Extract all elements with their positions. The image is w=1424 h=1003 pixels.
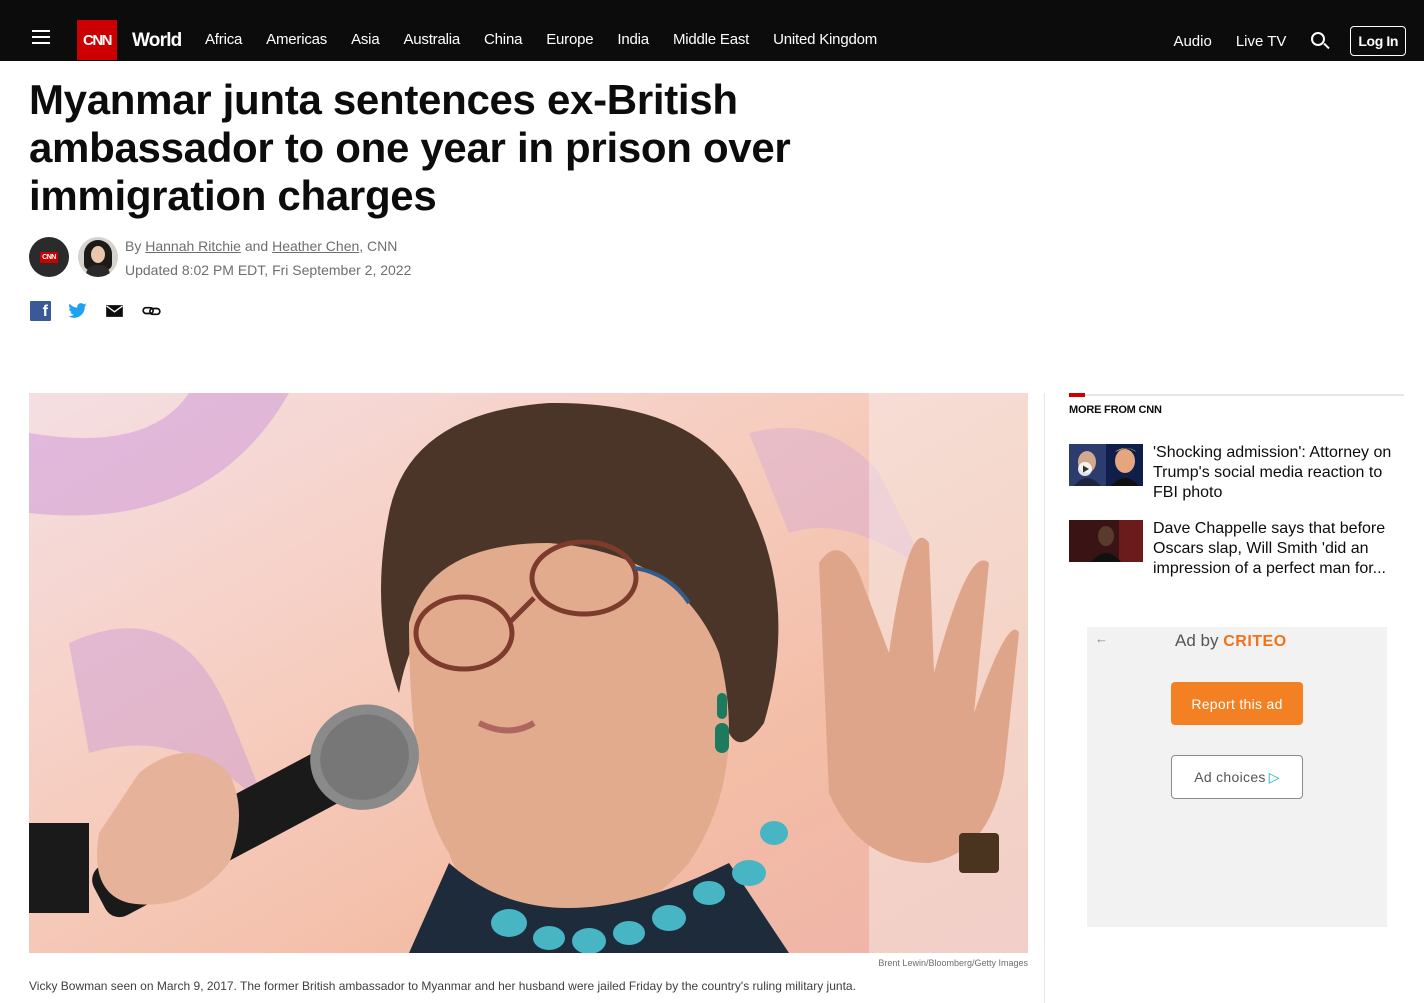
facebook-glyph: f <box>42 303 48 320</box>
search-icon[interactable] <box>1310 31 1331 51</box>
report-ad-button[interactable]: Report this ad <box>1171 682 1303 725</box>
menu-icon[interactable] <box>32 30 50 44</box>
nav-link-europe[interactable]: Europe <box>546 31 593 48</box>
section-title[interactable]: World <box>132 30 182 52</box>
byline-suffix: , CNN <box>359 238 398 254</box>
timestamp: Updated 8:02 PM EDT, Fri September 2, 20… <box>125 262 412 278</box>
story-headline[interactable]: Dave Chappelle says that before Oscars s… <box>1153 519 1404 579</box>
author-avatar[interactable] <box>78 237 118 277</box>
author-link-2[interactable]: Heather Chen <box>272 238 359 254</box>
image-credit: Brent Lewin/Bloomberg/Getty Images <box>878 958 1028 968</box>
nav-link-audio[interactable]: Audio <box>1173 33 1211 50</box>
byline-and: and <box>244 238 269 254</box>
ad-unit: ← Ad by CRITEO Report this ad Ad choices… <box>1087 627 1387 927</box>
byline-prefix: By <box>125 238 142 254</box>
more-from-cnn-title: MORE FROM CNN <box>1069 404 1162 416</box>
ad-by-text: Ad by <box>1175 631 1219 650</box>
criteo-logo: CRITEO <box>1223 633 1287 650</box>
twitter-icon[interactable] <box>67 301 88 321</box>
facebook-icon[interactable]: f <box>30 301 51 321</box>
ad-by-label: Ad by CRITEO <box>1175 631 1287 651</box>
nav-link-africa[interactable]: Africa <box>205 31 242 48</box>
top-nav: CNN World Africa Americas Asia Australia… <box>0 0 1424 61</box>
login-button[interactable]: Log In <box>1350 26 1406 56</box>
nav-link-americas[interactable]: Americas <box>266 31 327 48</box>
nav-link-india[interactable]: India <box>617 31 649 48</box>
story-headline[interactable]: 'Shocking admission': Attorney on Trump'… <box>1153 443 1404 503</box>
share-bar: f <box>30 301 178 321</box>
cnn-avatar-badge: CNN <box>40 251 58 263</box>
nav-links: Africa Americas Asia Australia China Eur… <box>193 31 889 48</box>
copy-link-icon[interactable] <box>141 301 162 321</box>
ad-choices-button[interactable]: Ad choices ▷ <box>1171 755 1303 799</box>
cnn-logo[interactable]: CNN <box>77 20 117 60</box>
nav-link-united-kingdom[interactable]: United Kingdom <box>773 31 877 48</box>
nav-link-australia[interactable]: Australia <box>403 31 460 48</box>
nav-link-china[interactable]: China <box>484 31 522 48</box>
story-thumbnail <box>1069 444 1143 486</box>
nav-link-middle-east[interactable]: Middle East <box>673 31 749 48</box>
cnn-logo-text: CNN <box>83 31 113 49</box>
email-icon[interactable] <box>104 301 125 321</box>
byline: By Hannah Ritchie and Heather Chen, CNN <box>125 238 397 254</box>
ad-choices-label: Ad choices <box>1194 769 1266 785</box>
image-caption: Vicky Bowman seen on March 9, 2017. The … <box>29 979 856 993</box>
sidebar-story[interactable]: 'Shocking admission': Attorney on Trump'… <box>1069 443 1404 503</box>
nav-link-asia[interactable]: Asia <box>351 31 380 48</box>
hero-image <box>29 393 1028 953</box>
article-headline: Myanmar junta sentences ex-British ambas… <box>29 76 791 219</box>
nav-link-live-tv[interactable]: Live TV <box>1236 33 1287 50</box>
hero-illustration <box>29 393 1028 953</box>
column-divider <box>1044 393 1045 1003</box>
ad-back-arrow-icon[interactable]: ← <box>1095 631 1108 646</box>
author-link-1[interactable]: Hannah Ritchie <box>145 238 241 254</box>
sidebar-story[interactable]: Dave Chappelle says that before Oscars s… <box>1069 519 1404 579</box>
story-thumbnail <box>1069 520 1143 562</box>
cnn-avatar: CNN <box>29 237 69 277</box>
ad-choices-icon: ▷ <box>1268 768 1280 785</box>
more-from-cnn-rule <box>1069 393 1404 397</box>
nav-right: Audio Live TV Log In <box>1149 26 1406 56</box>
